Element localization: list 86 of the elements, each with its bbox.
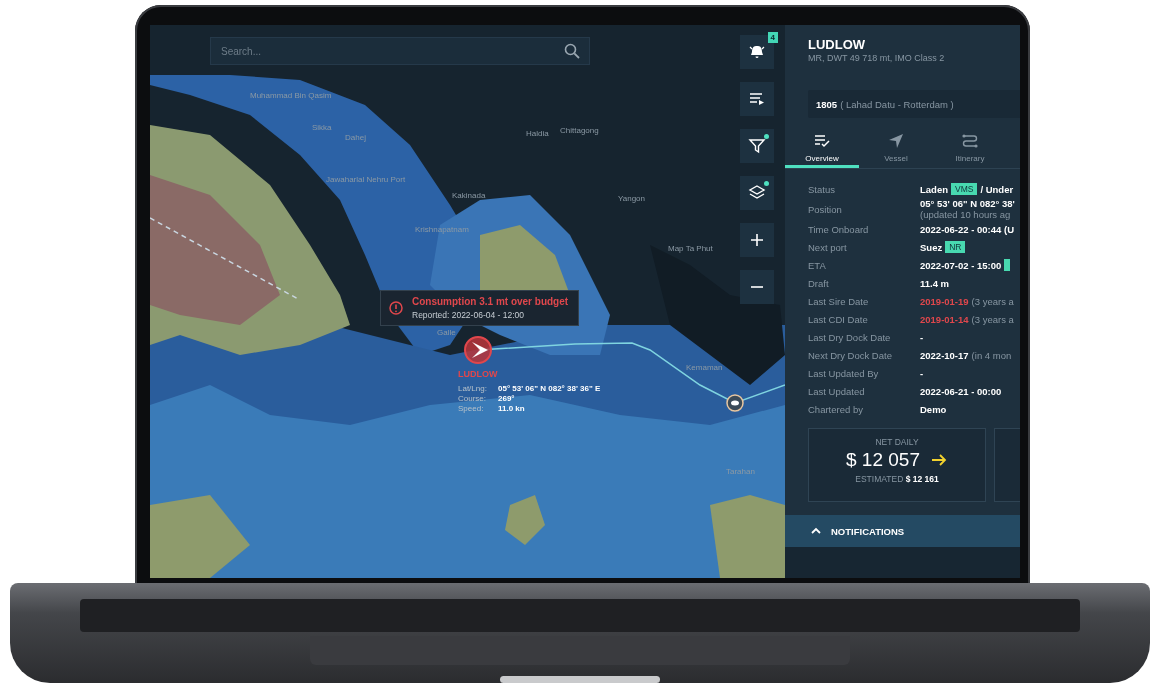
place-label: Sikka: [312, 123, 332, 132]
field-value: 2022-07-02 - 15:00: [920, 259, 1002, 271]
chevron-icon: [811, 526, 821, 536]
status-badge: NR: [945, 241, 966, 253]
layers-icon: [748, 184, 766, 202]
overdue-date: 2019-01-14: [920, 313, 969, 325]
alert-title: Consumption 3.1 mt over budget: [412, 296, 569, 307]
field-value: 05° 53' 06" N 082° 38': [920, 198, 1015, 209]
tab[interactable]: Itinerary: [933, 130, 1007, 168]
filter-button[interactable]: [740, 129, 774, 163]
tab[interactable]: Overview: [785, 130, 859, 168]
route-list-button[interactable]: [740, 82, 774, 116]
place-label: Muhammad Bin Qasim: [250, 91, 332, 100]
field-value: 11.4 m: [920, 277, 950, 289]
field-value: Suez: [920, 241, 943, 253]
search-icon: [564, 43, 580, 59]
field-note: (in 4 mon: [971, 349, 1012, 361]
field-label: ETA: [808, 259, 827, 271]
zoom-out-button[interactable]: [740, 270, 774, 304]
field-label: Last Updated By: [808, 367, 880, 379]
field-note: (3 years a: [971, 313, 1014, 325]
alert-time: Reported: 2022-06-04 - 12:00: [412, 310, 525, 320]
place-label: Yangon: [618, 194, 645, 203]
voyage-select[interactable]: 1805 ( Lahad Datu - Rotterdam ): [808, 90, 1020, 118]
plus-icon: [751, 234, 763, 246]
place-label: Kemaman: [686, 363, 723, 372]
field-value: 2022-06-21 - 00:00: [920, 385, 1002, 397]
place-label: Jawaharlal Nehru Port: [326, 175, 406, 184]
detail-value: 05° 53' 06" N 082° 38' 36" E: [498, 384, 601, 393]
field-value: / Under: [980, 183, 1014, 195]
status-badge: [1004, 259, 1011, 271]
bell-icon: [748, 43, 766, 61]
field-label: Last Sire Date: [808, 295, 870, 307]
port-marker-icon: [726, 394, 744, 412]
place-label: Galle: [437, 328, 456, 337]
place-label: Dahej: [345, 133, 366, 142]
layers-button[interactable]: [740, 176, 774, 210]
detail-label: Course:: [458, 394, 487, 403]
notifications-header[interactable]: NOTIFICATIONS: [785, 515, 1020, 547]
vessel-name: LUDLOW: [808, 37, 867, 52]
card-title: NET DAILY: [875, 437, 919, 447]
field-note: (3 years a: [971, 295, 1014, 307]
overdue-date: 2019-01-19: [920, 295, 969, 307]
zoom-in-button[interactable]: [740, 223, 774, 257]
field-note: (updated 10 hours ag: [920, 209, 1012, 220]
field-label: Last Dry Dock Date: [808, 331, 892, 343]
field-value: 2022-10-17: [920, 349, 969, 361]
field-label: Last CDI Date: [808, 313, 869, 325]
field-label: Time Onboard: [808, 223, 870, 235]
field-value: Demo: [920, 403, 947, 415]
field-value: Laden: [920, 183, 948, 195]
tab[interactable]: Vessel: [859, 130, 933, 168]
place-label: Haldia: [526, 129, 549, 138]
field-label: Draft: [808, 277, 830, 289]
place-label: Map Ta Phut: [668, 244, 713, 253]
detail-value: 269°: [498, 394, 516, 403]
detail-label: Speed:: [458, 404, 485, 413]
field-label: Last Updated: [808, 385, 866, 397]
field-label: Position: [808, 203, 843, 215]
card-estimate: ESTIMATED $ 12 161: [855, 474, 939, 484]
place-label: Kakinada: [452, 191, 486, 200]
navigation-icon: [887, 132, 905, 150]
field-value: -: [920, 331, 924, 343]
count-badge: 4: [767, 32, 778, 43]
field-label: Status: [808, 183, 836, 195]
place-label: Krishnapatnam: [415, 225, 469, 234]
field-value: 2022-06-22 - 00:44 (U: [920, 223, 1014, 235]
field-value: -: [920, 367, 924, 379]
place-label: Chittagong: [560, 126, 599, 135]
status-badge: VMS: [951, 183, 978, 195]
vessel-subtitle: MR, DWT 49 718 mt, IMO Class 2: [808, 53, 946, 63]
detail-label: Lat/Lng:: [458, 384, 488, 393]
detail-value: 11.0 kn: [498, 404, 526, 413]
list-check-icon: [813, 132, 831, 150]
alert-icon: [389, 301, 403, 315]
field-label: Next port: [808, 241, 848, 253]
field-label: Next Dry Dock Date: [808, 349, 893, 361]
field-label: Chartered by: [808, 403, 864, 415]
minus-icon: [751, 286, 763, 288]
card-amount: $ 12 057: [846, 449, 920, 471]
route-icon: [961, 132, 979, 150]
filter-icon: [748, 137, 766, 155]
list-arrow-icon: [748, 90, 766, 108]
vessel-label: LUDLOW: [458, 369, 498, 379]
place-label: Tarahan: [726, 467, 755, 476]
search-field[interactable]: Search...: [210, 37, 590, 65]
